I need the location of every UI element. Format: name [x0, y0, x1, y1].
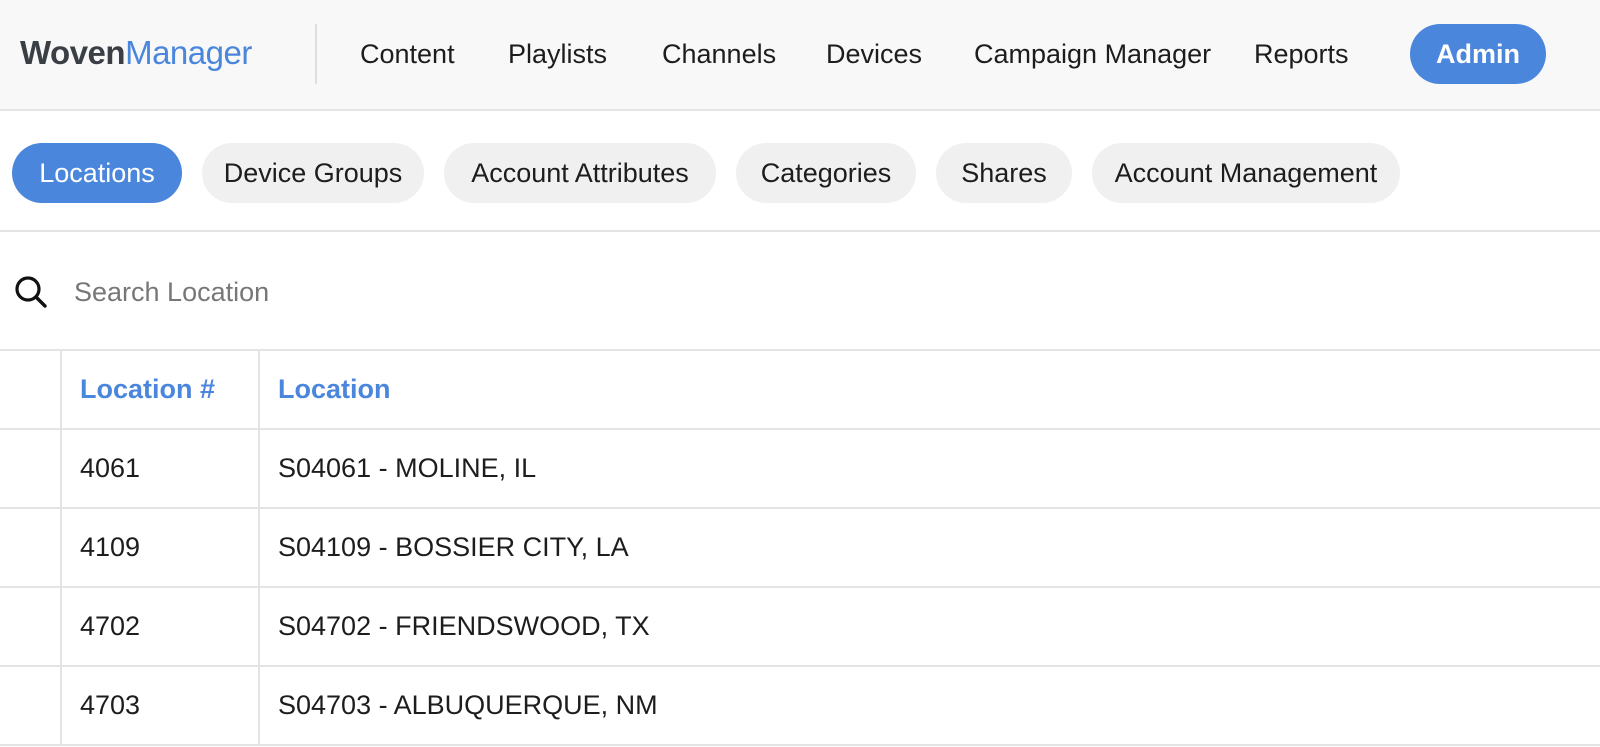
- top-navbar: Woven Manager Content Playlists Channels …: [0, 0, 1600, 111]
- table-row[interactable]: 4702 S04702 - FRIENDSWOOD, TX: [0, 588, 1600, 667]
- location-number-cell: 4109: [62, 509, 260, 586]
- location-name-cell: S04109 - BOSSIER CITY, LA: [278, 532, 629, 562]
- table-row[interactable]: 4703 S04703 - ALBUQUERQUE, NM: [0, 667, 1600, 746]
- search-icon[interactable]: [14, 275, 48, 309]
- row-select-cell[interactable]: [0, 667, 62, 744]
- nav-reports[interactable]: Reports: [1254, 34, 1349, 74]
- location-name-cell: S04703 - ALBUQUERQUE, NM: [278, 690, 658, 720]
- column-header-location[interactable]: Location: [260, 351, 1600, 428]
- row-select-header: [0, 351, 62, 428]
- nav-content[interactable]: Content: [360, 34, 455, 74]
- nav-campaign-manager[interactable]: Campaign Manager: [974, 34, 1211, 74]
- table-row[interactable]: 4061 S04061 - MOLINE, IL: [0, 430, 1600, 509]
- nav-divider: [315, 24, 317, 84]
- admin-button[interactable]: Admin: [1410, 24, 1546, 84]
- column-header-location-number[interactable]: Location #: [62, 351, 260, 428]
- tab-categories[interactable]: Categories: [736, 143, 916, 203]
- tab-locations[interactable]: Locations: [12, 143, 182, 203]
- tab-account-attributes[interactable]: Account Attributes: [444, 143, 716, 203]
- nav-devices[interactable]: Devices: [826, 34, 922, 74]
- table-header-row: Location # Location: [0, 351, 1600, 430]
- location-number-cell: 4703: [62, 667, 260, 744]
- woven-manager-logo[interactable]: Woven Manager: [20, 34, 252, 74]
- logo-word-woven: Woven: [20, 34, 126, 71]
- admin-subnav: Locations Device Groups Account Attribut…: [0, 111, 1600, 232]
- nav-channels[interactable]: Channels: [662, 34, 776, 74]
- nav-playlists[interactable]: Playlists: [508, 34, 607, 74]
- location-name-cell: S04061 - MOLINE, IL: [278, 453, 537, 483]
- tab-shares[interactable]: Shares: [936, 143, 1072, 203]
- location-name-cell: S04702 - FRIENDSWOOD, TX: [278, 611, 650, 641]
- location-number-cell: 4061: [62, 430, 260, 507]
- row-select-cell[interactable]: [0, 588, 62, 665]
- logo-word-manager: Manager: [125, 34, 252, 71]
- search-location-input[interactable]: [74, 268, 974, 316]
- row-select-cell[interactable]: [0, 430, 62, 507]
- row-select-cell[interactable]: [0, 509, 62, 586]
- location-number-cell: 4702: [62, 588, 260, 665]
- locations-table: Location # Location 4061 S04061 - MOLINE…: [0, 351, 1600, 746]
- tab-device-groups[interactable]: Device Groups: [202, 143, 424, 203]
- search-bar: [0, 232, 1600, 351]
- table-row[interactable]: 4109 S04109 - BOSSIER CITY, LA: [0, 509, 1600, 588]
- tab-account-management[interactable]: Account Management: [1092, 143, 1400, 203]
